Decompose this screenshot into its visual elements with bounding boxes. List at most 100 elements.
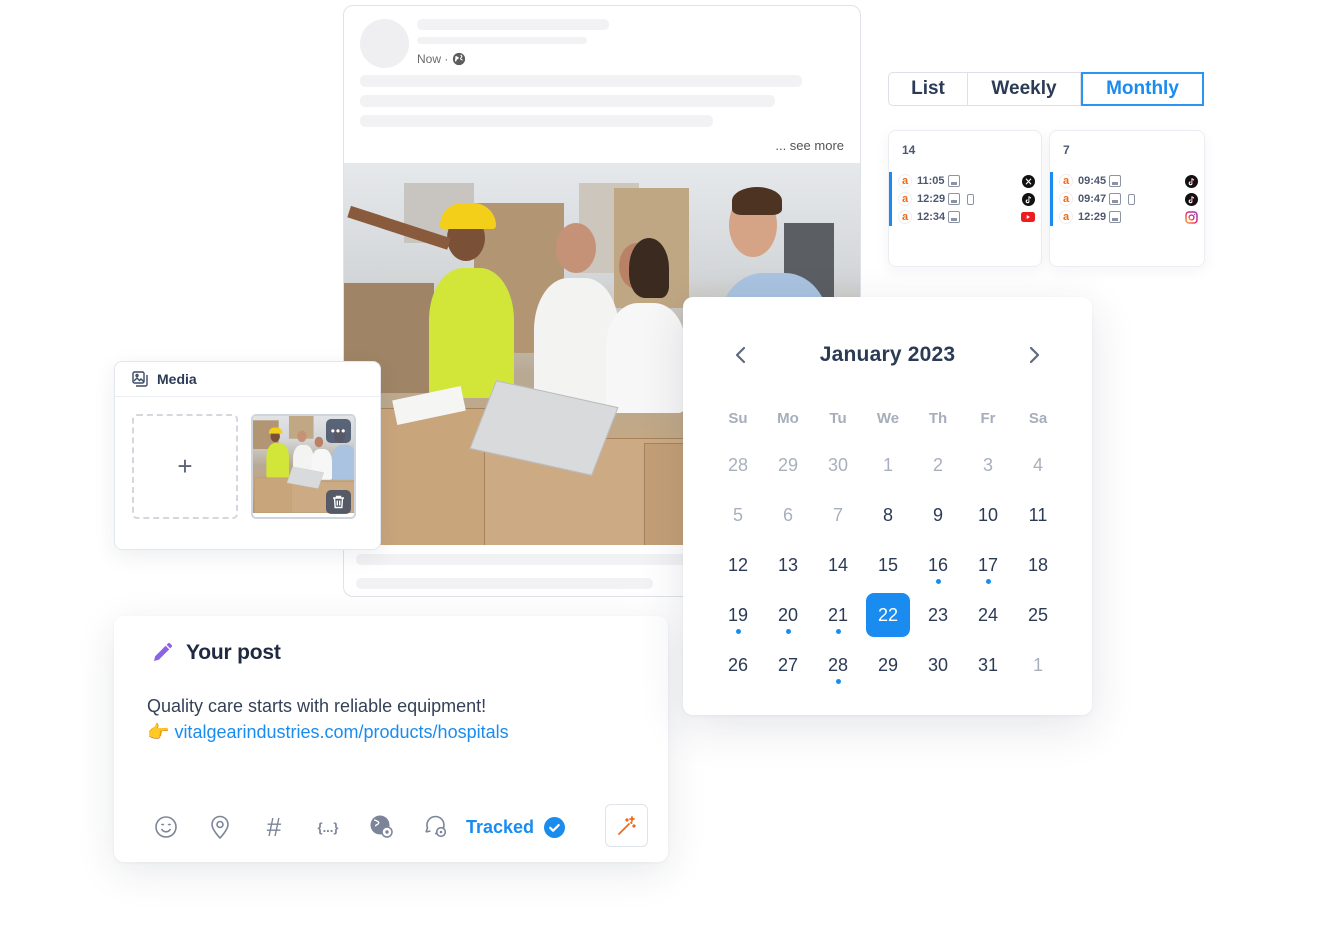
media-thumbnail[interactable]: •••	[251, 414, 356, 519]
weekday-label: Tu	[829, 410, 847, 427]
weekday-label: Th	[928, 410, 948, 427]
calendar-day[interactable]: 19	[713, 590, 763, 640]
calendar-day[interactable]: 9	[913, 490, 963, 540]
scheduled-post-dot	[735, 629, 741, 634]
post-text-editor[interactable]: Quality care starts with reliable equipm…	[147, 693, 509, 745]
instagram-icon	[1184, 210, 1198, 224]
calendar-day[interactable]: 23	[913, 590, 963, 640]
scheduled-post-dot	[835, 679, 841, 684]
calendar-day[interactable]: 21	[813, 590, 863, 640]
calendar-day[interactable]: 30	[913, 640, 963, 690]
day-number: 22	[877, 604, 899, 625]
calendar-week-row: 5 6 7 8 9 10 11	[713, 490, 1063, 540]
calendar-day[interactable]: 30	[813, 440, 863, 490]
calendar-day[interactable]: 29	[863, 640, 913, 690]
your-post-card: Your post Quality care starts with relia…	[114, 616, 668, 862]
add-media-button[interactable]: +	[132, 414, 238, 519]
images-icon	[132, 371, 148, 387]
day-number: 29	[877, 654, 899, 675]
calendar-day[interactable]: 13	[763, 540, 813, 590]
day-card[interactable]: 7 a 09:45 a 09:47 a 12:29	[1049, 130, 1205, 267]
day-number: 14	[827, 554, 849, 575]
scheduled-post-item[interactable]: a 12:34	[889, 208, 1041, 226]
tab-monthly[interactable]: Monthly	[1081, 72, 1204, 106]
chevron-right-icon[interactable]	[1022, 343, 1046, 367]
calendar-day[interactable]: 6	[763, 490, 813, 540]
scheduled-post-item[interactable]: a 12:29	[889, 190, 1041, 208]
tab-list[interactable]: List	[888, 72, 968, 106]
scheduled-post-item[interactable]: a 09:45	[1050, 172, 1204, 190]
calendar-day[interactable]: 1	[1013, 640, 1063, 690]
calendar-day[interactable]: 11	[1013, 490, 1063, 540]
pencil-icon	[154, 642, 173, 661]
calendar-day[interactable]: 12	[713, 540, 763, 590]
weekday-label: Su	[728, 410, 748, 427]
calendar-day[interactable]: 27	[763, 640, 813, 690]
calendar-day[interactable]: 18	[1013, 540, 1063, 590]
calendar-day[interactable]: 26	[713, 640, 763, 690]
calendar-day[interactable]: 4	[1013, 440, 1063, 490]
tiktok-icon	[1184, 192, 1198, 206]
calendar-day[interactable]: 29	[763, 440, 813, 490]
day-number: 23	[927, 604, 949, 625]
calendar-day[interactable]: 8	[863, 490, 913, 540]
trash-icon[interactable]	[326, 490, 351, 514]
scheduled-post-item[interactable]: a 09:47	[1050, 190, 1204, 208]
calendar-day[interactable]: 25	[1013, 590, 1063, 640]
day-number: 17	[977, 554, 999, 575]
day-number: 18	[1027, 554, 1049, 575]
calendar-day[interactable]: 20	[763, 590, 813, 640]
variables-icon[interactable]: {...}	[314, 813, 342, 841]
calendar-day[interactable]: 16	[913, 540, 963, 590]
post-link[interactable]: vitalgearindustries.com/products/hospita…	[174, 722, 508, 742]
hashtag-icon[interactable]: #	[260, 812, 288, 842]
tracked-toggle[interactable]: Tracked	[466, 816, 566, 838]
calendar-day[interactable]: 17	[963, 540, 1013, 590]
day-number: 8	[882, 504, 893, 525]
scheduled-post-item[interactable]: a 12:29	[1050, 208, 1204, 226]
calendar-day[interactable]: 1	[863, 440, 913, 490]
post-time: 09:45	[1078, 175, 1107, 187]
day-number: 12	[727, 554, 749, 575]
comment-settings-icon[interactable]	[422, 813, 450, 841]
tab-weekly[interactable]: Weekly	[968, 72, 1081, 106]
day-number: 6	[782, 504, 793, 525]
calendar-day[interactable]: 14	[813, 540, 863, 590]
your-post-title: Your post	[186, 641, 281, 664]
post-time: 12:34	[917, 211, 946, 223]
calendar-day[interactable]: 31	[963, 640, 1013, 690]
calendar-day[interactable]: 28	[813, 640, 863, 690]
smile-icon[interactable]	[152, 813, 180, 841]
see-more-link[interactable]: ... see more	[775, 138, 844, 153]
skeleton-line	[360, 75, 802, 87]
calendar-day[interactable]: 28	[713, 440, 763, 490]
chevron-left-icon[interactable]	[729, 343, 753, 367]
calendar-grid: Su Mo Tu We Th Fr Sa 28 29 30 1 2 3 4 5 6 7 8 9 10 11 12 13 14…	[713, 410, 1063, 690]
globe-settings-icon[interactable]	[368, 813, 396, 841]
weekday-label: Fr	[980, 410, 996, 427]
calendar-day[interactable]: 10	[963, 490, 1013, 540]
day-number: 4	[1032, 454, 1043, 475]
scheduled-post-item[interactable]: a 11:05	[889, 172, 1041, 190]
calendar-day[interactable]: 7	[813, 490, 863, 540]
scheduled-post-dot	[935, 579, 941, 584]
check-circle-icon	[544, 816, 566, 838]
calendar-day[interactable]: 3	[963, 440, 1013, 490]
calendar-day[interactable]: 15	[863, 540, 913, 590]
calendar-day[interactable]: 24	[963, 590, 1013, 640]
post-time: 09:47	[1078, 193, 1107, 205]
more-horizontal-icon[interactable]: •••	[326, 419, 351, 443]
location-pin-icon[interactable]	[206, 813, 234, 841]
calendar-day-selected[interactable]: 22	[863, 590, 913, 640]
calendar-day[interactable]: 2	[913, 440, 963, 490]
avatar-placeholder	[360, 19, 409, 68]
day-card[interactable]: 14 a 11:05 a 12:29 a 12:34	[888, 130, 1042, 267]
brand-logo-icon: a	[1059, 174, 1073, 188]
skeleton-line	[356, 578, 653, 589]
calendar-day[interactable]: 5	[713, 490, 763, 540]
image-icon	[1109, 193, 1121, 205]
ai-magic-wand-button[interactable]	[605, 804, 648, 847]
day-number: 7	[1063, 143, 1070, 157]
calendar-month-title: January 2023	[819, 343, 956, 366]
post-text-line: Quality care starts with reliable equipm…	[147, 696, 487, 716]
